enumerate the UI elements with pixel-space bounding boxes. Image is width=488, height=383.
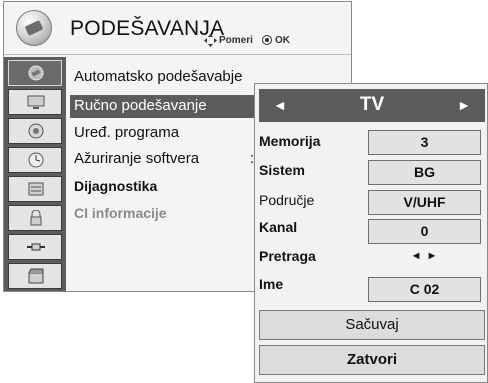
sidebar-item-usb[interactable] [8,263,62,289]
tv-selector[interactable]: ◄ TV ► [259,89,485,122]
band-label: Područje [259,192,315,208]
page-title: PODEŠAVANJA [70,17,225,40]
sidebar-item-input[interactable] [8,234,62,260]
channel-label: Kanal [259,219,298,235]
menu-item-ci-info[interactable]: CI informacije [74,205,167,221]
sidebar-item-setup[interactable] [8,60,62,86]
band-field[interactable]: V/UHF [368,190,481,215]
sidebar-item-option[interactable] [8,176,62,202]
system-field[interactable]: BG [368,160,481,185]
menu-item-diagnostics[interactable]: Dijagnostika [74,178,157,194]
ok-button-icon [262,35,272,45]
search-label: Pretraga [259,248,316,264]
picture-icon [27,95,45,109]
sidebar-item-time[interactable] [8,147,62,173]
sidebar-item-audio[interactable] [8,118,62,144]
name-label: Ime [259,276,284,292]
manual-tuning-panel: ◄ TV ► Memorija 3 Sistem BG Područje V/U… [254,83,488,383]
memory-field[interactable]: 3 [368,130,481,155]
audio-icon [28,123,44,139]
input-icon [27,243,45,251]
sidebar-item-picture[interactable] [8,89,62,115]
channel-field[interactable]: 0 [368,219,481,244]
sidebar-item-lock[interactable] [8,205,62,231]
menu-item-manual-tuning[interactable]: Ručno podešavanje [74,97,207,114]
move-arrows-icon [204,34,217,47]
hint-move-label: Pomeri [219,35,253,46]
setup-icon [28,65,44,81]
usb-icon [28,268,44,284]
name-field[interactable]: C 02 [368,277,481,302]
save-button[interactable]: Sačuvaj [259,310,485,340]
close-button[interactable]: Zatvori [259,345,485,375]
search-arrows[interactable]: ◄ ► [368,250,481,270]
time-icon [28,152,44,168]
arrow-right-icon[interactable]: ► [457,97,471,113]
menu-header: PODEŠAVANJA Pomeri OK [4,2,351,55]
menu-item-program-edit[interactable]: Uređ. programa [74,124,179,141]
option-icon [28,182,44,196]
lock-icon [30,210,42,226]
tv-selector-label: TV [359,94,385,115]
menu-item-software-update[interactable]: Ažuriranje softvera [74,150,199,167]
setup-satellite-icon [16,10,52,46]
menu-item-auto-tuning[interactable]: Automatsko podešavabje [74,68,242,85]
memory-label: Memorija [259,133,321,149]
category-sidebar [4,57,66,291]
hint-ok-label: OK [275,35,290,46]
system-label: Sistem [259,162,305,178]
